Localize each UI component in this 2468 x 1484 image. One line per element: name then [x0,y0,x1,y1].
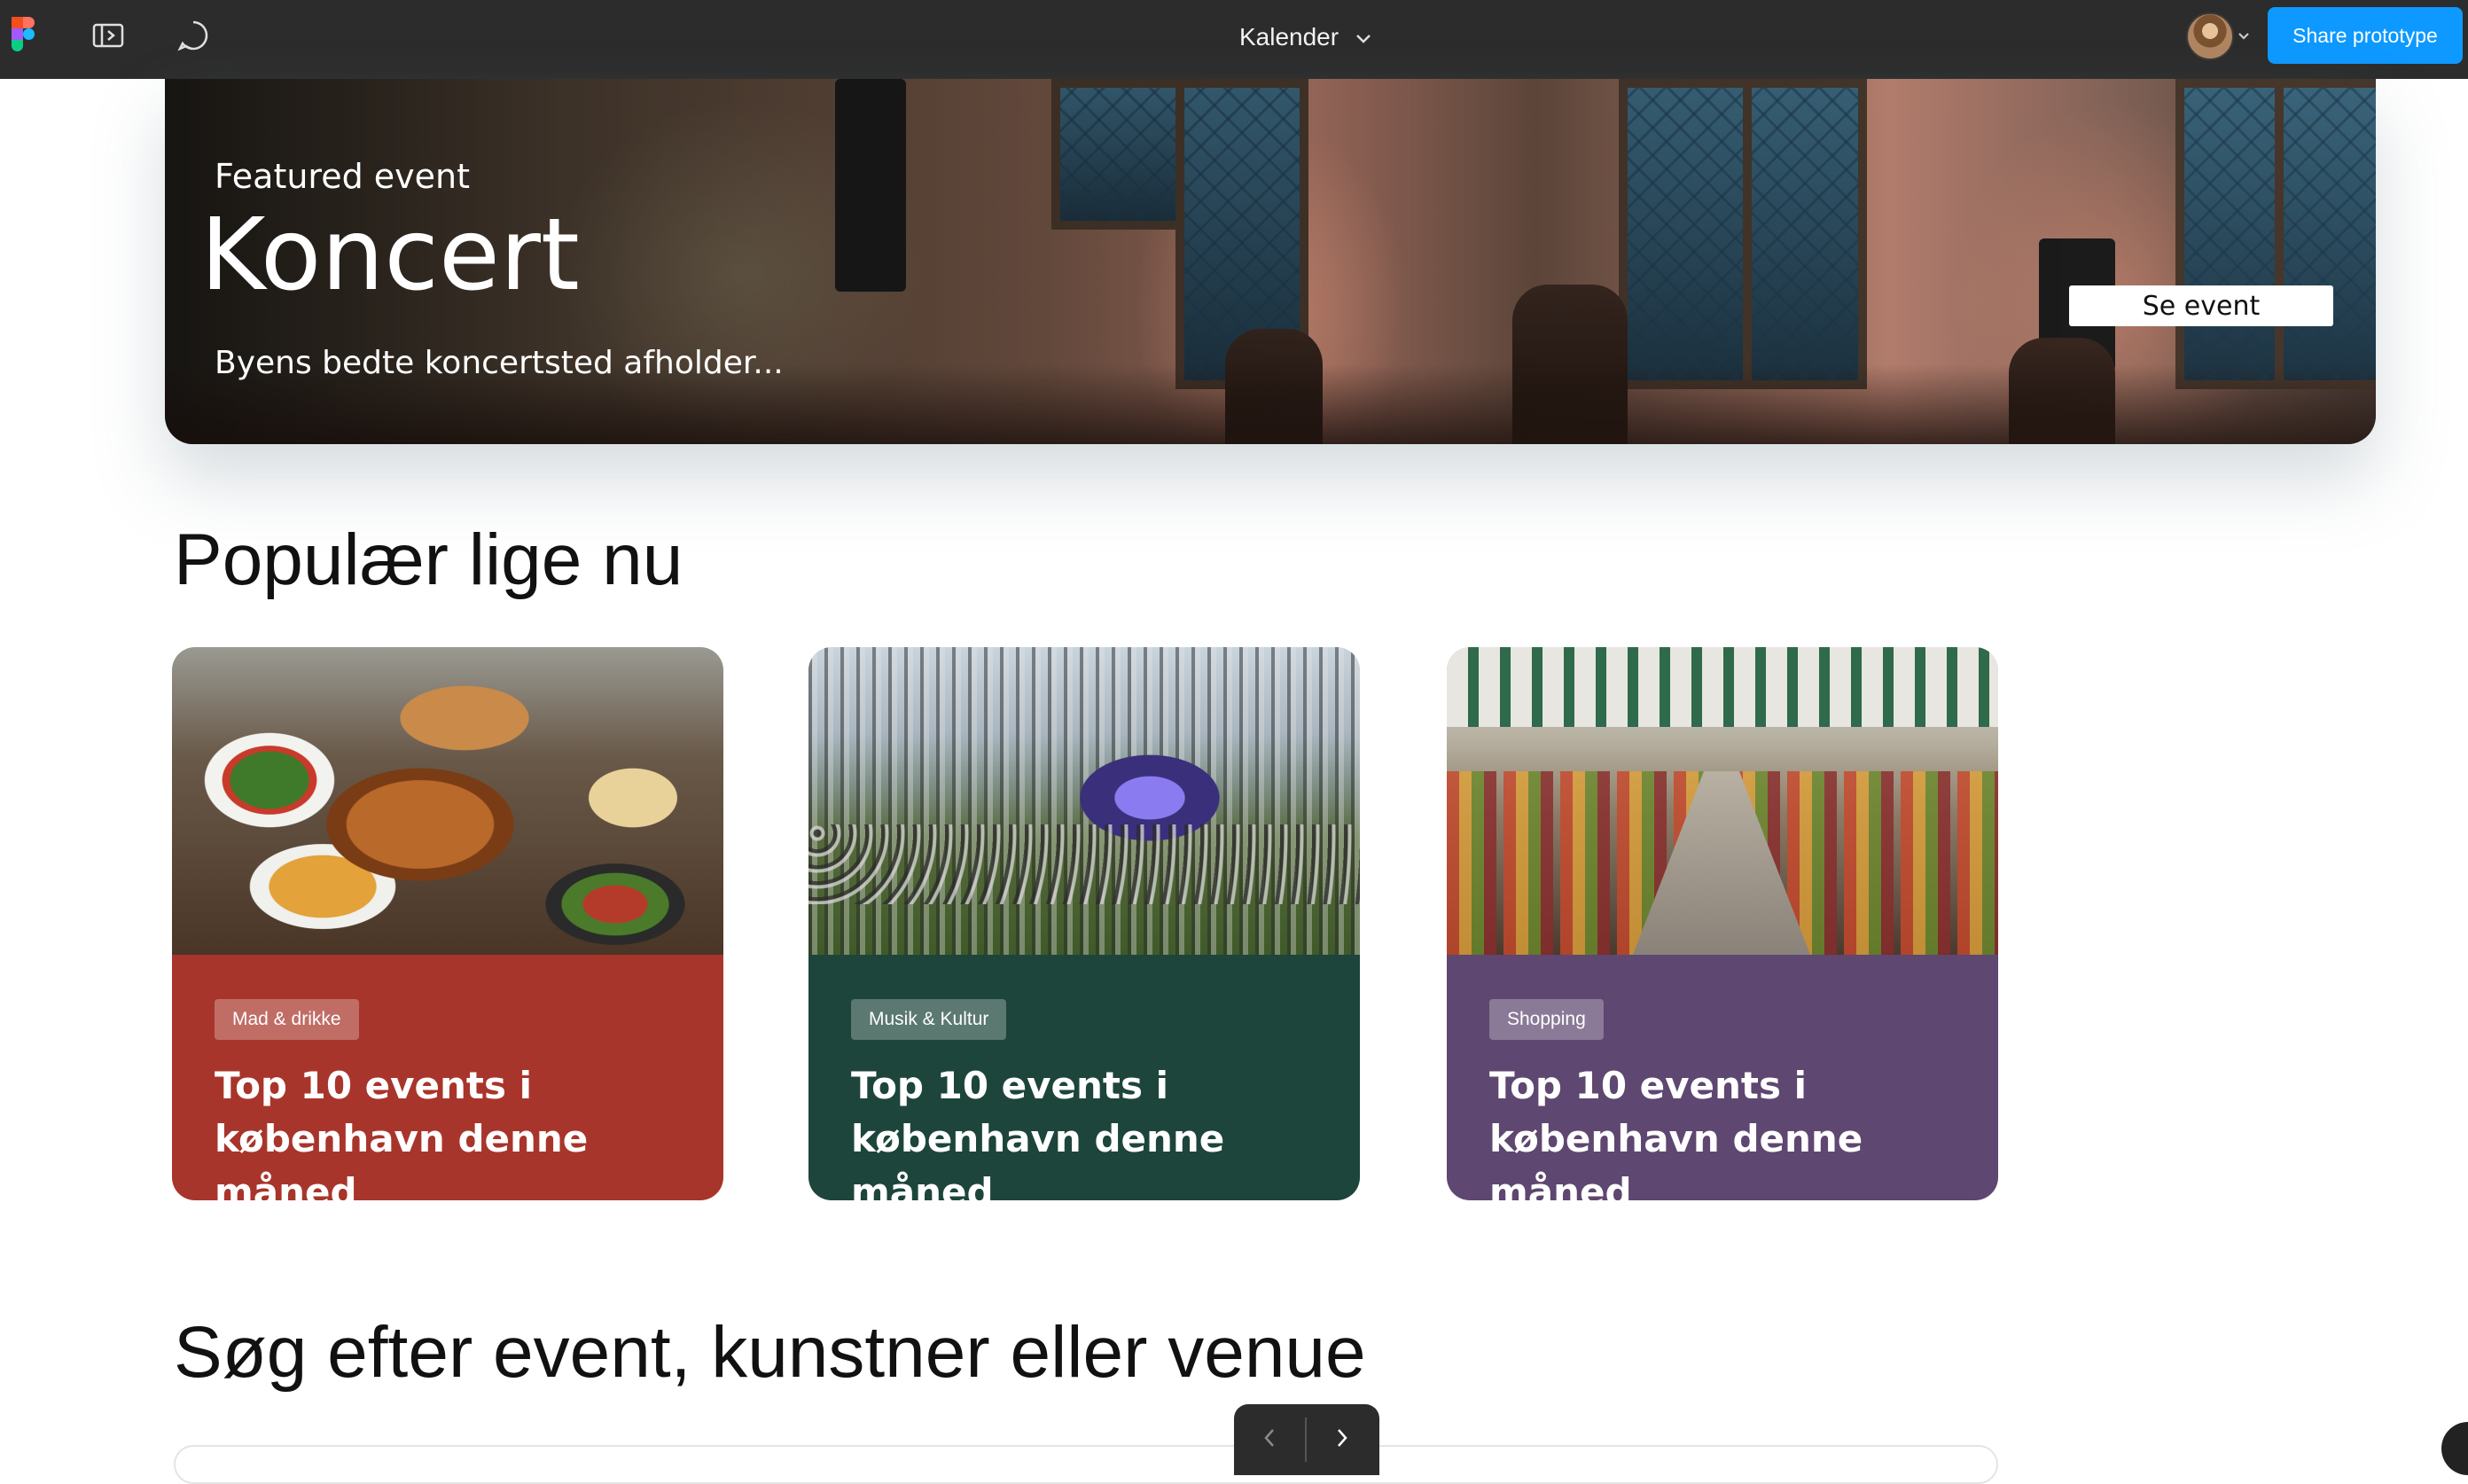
card-body: Mad & drikke Top 10 events i københavn d… [172,955,723,1200]
prototype-pager [1234,1404,1379,1475]
card-title: Top 10 events i københavn denne måned [851,1064,1225,1200]
next-frame-button[interactable] [1307,1409,1378,1471]
search-input[interactable] [174,1445,1998,1484]
hero-title: Koncert [200,198,580,313]
popular-card-shopping[interactable]: Shopping Top 10 events i københavn denne… [1447,647,1998,1200]
previous-frame-button[interactable] [1234,1409,1305,1471]
file-title: Kalender [1239,23,1339,51]
chevron-right-icon [1334,1426,1350,1453]
popular-card-music[interactable]: Musik & Kultur Top 10 events i københavn… [808,647,1360,1200]
card-title: Top 10 events i københavn denne måned [215,1064,589,1200]
share-prototype-button[interactable]: Share prototype [2268,7,2463,64]
figma-logo-icon[interactable] [12,17,35,52]
card-body: Musik & Kultur Top 10 events i københavn… [808,955,1360,1200]
category-tag: Mad & drikke [215,999,359,1040]
hero-description: Byens bedte koncertsted afholder... [215,345,784,381]
popular-card-food[interactable]: Mad & drikke Top 10 events i københavn d… [172,647,723,1200]
category-tag: Musik & Kultur [851,999,1007,1040]
file-title-dropdown[interactable]: Kalender [1239,18,1372,57]
card-image-food [172,647,723,955]
chevron-left-icon [1261,1426,1277,1453]
present-panel-icon[interactable] [90,21,126,50]
see-event-button[interactable]: Se event [2069,285,2333,326]
chevron-down-icon [1355,23,1372,51]
help-button[interactable] [2441,1422,2468,1475]
search-heading: Søg efter event, kunstner eller venue [174,1312,1366,1393]
featured-event-banner[interactable]: Featured event Koncert Byens bedte konce… [165,79,2376,444]
card-image-concert [808,647,1360,955]
popular-heading: Populær lige nu [174,519,683,600]
comment-icon[interactable] [176,18,211,53]
card-body: Shopping Top 10 events i københavn denne… [1447,955,1998,1200]
prototype-toolbar: Kalender Share prototype [0,0,2468,79]
chevron-down-icon[interactable] [2236,29,2252,42]
card-title: Top 10 events i københavn denne måned [1489,1064,1863,1200]
hero-kicker: Featured event [215,157,471,196]
user-avatar[interactable] [2186,12,2234,60]
category-tag: Shopping [1489,999,1604,1040]
card-image-market [1447,647,1998,955]
crowd [808,824,1360,904]
